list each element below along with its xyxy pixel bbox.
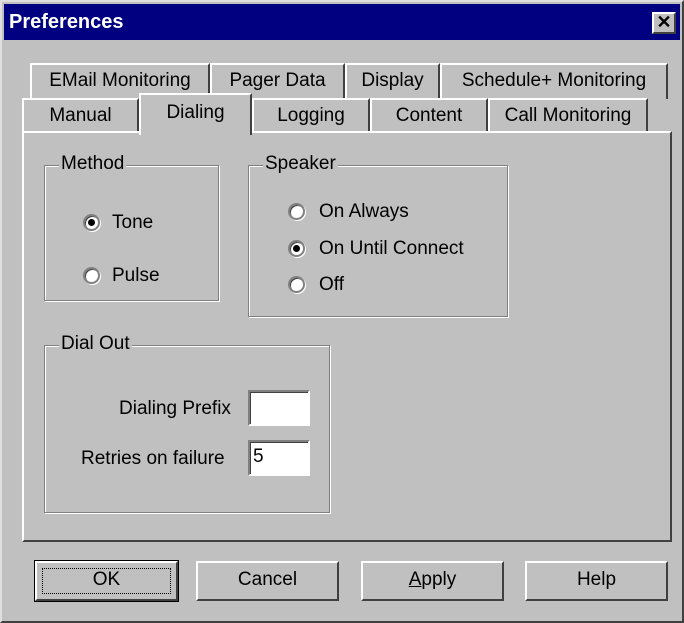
window-title: Preferences — [9, 11, 124, 33]
pulse-radio[interactable] — [83, 267, 100, 284]
radio-dot — [88, 219, 95, 226]
dial-out-group: Dial Out Dialing Prefix Retries on failu… — [44, 333, 330, 513]
help-button-label: Help — [576, 569, 617, 590]
help-button[interactable]: Help — [525, 561, 668, 601]
on-always-radio[interactable] — [288, 203, 305, 220]
on-until-connect-radio[interactable] — [288, 240, 305, 257]
off-radio[interactable] — [288, 276, 305, 293]
dialing-prefix-label: Dialing Prefix — [119, 398, 231, 419]
method-group: Method Tone Pulse — [44, 153, 219, 301]
tab-dialing[interactable]: Dialing — [139, 93, 252, 135]
method-group-label: Method — [59, 153, 127, 175]
title-bar[interactable]: Preferences ✕ — [4, 4, 680, 40]
speaker-group: Speaker On Always On Until Connect Off — [248, 153, 508, 317]
retries-label: Retries on failure — [81, 448, 225, 469]
tab-display[interactable]: Display — [345, 63, 440, 99]
tab-content[interactable]: Content — [370, 98, 488, 134]
tab-label: Call Monitoring — [504, 105, 632, 126]
focus-rect — [42, 568, 171, 594]
close-icon: ✕ — [656, 12, 672, 32]
close-button[interactable]: ✕ — [652, 12, 676, 34]
apply-button[interactable]: Apply — [361, 561, 504, 601]
tab-label: Display — [361, 70, 424, 91]
cancel-button-label: Cancel — [237, 569, 298, 590]
on-always-label[interactable]: On Always — [319, 201, 409, 223]
tab-call-monitoring[interactable]: Call Monitoring — [488, 98, 648, 134]
apply-button-label: Apply — [409, 569, 457, 590]
tab-schedule-monitoring[interactable]: Schedule+ Monitoring — [440, 63, 668, 99]
tab-label: Manual — [49, 105, 112, 126]
radio-dot — [293, 245, 300, 252]
tone-radio[interactable] — [83, 214, 100, 231]
off-label[interactable]: Off — [319, 274, 344, 296]
tab-label: Content — [395, 105, 463, 126]
tab-label: Schedule+ Monitoring — [461, 70, 647, 91]
tab-label: Pager Data — [229, 70, 326, 91]
tab-manual[interactable]: Manual — [22, 98, 139, 134]
tab-label: Logging — [277, 105, 345, 126]
tab-label: EMail Monitoring — [49, 70, 191, 91]
dialing-prefix-input[interactable] — [248, 390, 310, 426]
retries-input[interactable]: 5 — [248, 440, 310, 476]
apply-label-rest: pply — [421, 569, 457, 590]
tab-label: Dialing — [166, 102, 225, 123]
on-until-connect-label[interactable]: On Until Connect — [319, 238, 464, 260]
cancel-button[interactable]: Cancel — [196, 561, 339, 601]
dial-out-group-label: Dial Out — [59, 333, 132, 355]
dialing-panel: Method Tone Pulse Speaker On Always On U… — [22, 131, 672, 542]
tone-label[interactable]: Tone — [112, 212, 153, 234]
ok-button[interactable]: OK — [34, 560, 179, 602]
speaker-group-label: Speaker — [263, 153, 338, 175]
pulse-label[interactable]: Pulse — [112, 265, 160, 287]
tab-logging[interactable]: Logging — [252, 98, 370, 134]
apply-accelerator: A — [408, 569, 422, 590]
